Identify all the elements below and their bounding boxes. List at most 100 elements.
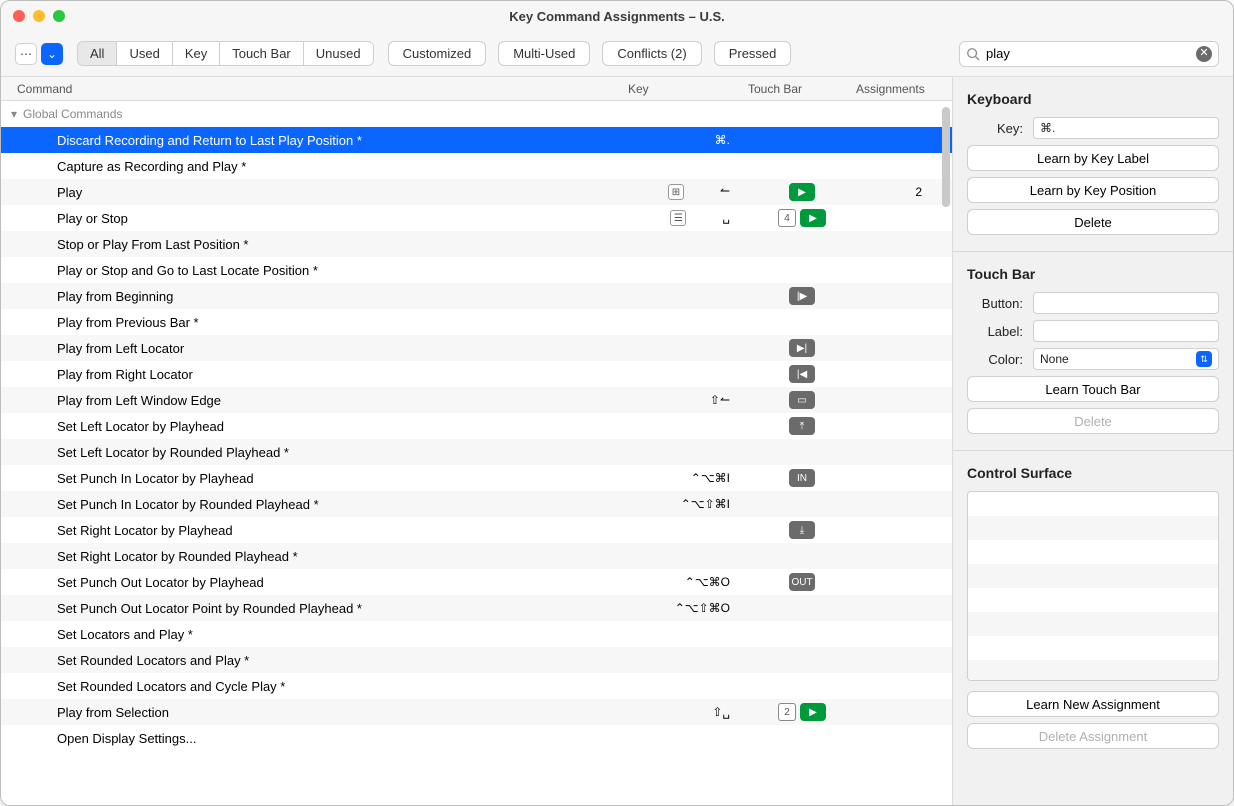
touchbar-cell: 2▶ <box>748 703 856 721</box>
filter-seg-all[interactable]: All <box>78 42 117 65</box>
touchbar-cell: OUT <box>748 573 856 591</box>
delete-touchbar-button[interactable]: Delete <box>967 408 1219 434</box>
command-name: Capture as Recording and Play * <box>1 159 628 174</box>
table-row[interactable]: Play from Previous Bar * <box>1 309 952 335</box>
filter-seg-touch-bar[interactable]: Touch Bar <box>220 42 304 65</box>
table-row[interactable]: Play⊞↼ ▶ 2 <box>1 179 952 205</box>
touchbar-icon: ▭ <box>789 391 815 409</box>
learn-assignment-button[interactable]: Learn New Assignment <box>967 691 1219 717</box>
key-cell: ⌃⌥⇧⌘I <box>628 497 748 511</box>
table-row[interactable]: Set Left Locator by Playhead⤒ <box>1 413 952 439</box>
filter-seg-unused[interactable]: Unused <box>304 42 373 65</box>
command-name: Set Punch In Locator by Playhead <box>1 471 628 486</box>
scrollbar[interactable] <box>942 107 950 799</box>
key-cell: ⊞↼ <box>628 184 748 201</box>
tb-button-label: Button: <box>967 296 1023 311</box>
filter-pill-pressed[interactable]: Pressed <box>714 41 792 66</box>
command-name: Play from Left Window Edge <box>1 393 628 408</box>
key-cell: ⌘. <box>628 133 748 147</box>
touchbar-cell: ▭ <box>748 391 856 409</box>
table-row[interactable]: Set Left Locator by Rounded Playhead * <box>1 439 952 465</box>
tb-color-label: Color: <box>967 352 1023 367</box>
touchbar-icon: OUT <box>789 573 815 591</box>
x-icon: ✕ <box>1199 48 1208 59</box>
key-commands-window: Key Command Assignments – U.S. ⋯ ⌄ AllUs… <box>0 0 1234 806</box>
play-icon: ▶ <box>789 183 815 201</box>
command-name: Play from Previous Bar * <box>1 315 628 330</box>
table-row[interactable]: Set Punch In Locator by Rounded Playhead… <box>1 491 952 517</box>
key-cell: ⌃⌥⌘O <box>628 575 748 589</box>
filter-pill-multi-used[interactable]: Multi-Used <box>498 41 590 66</box>
touchbar-index-icon: 2 <box>778 703 796 721</box>
table-row[interactable]: Play from Beginning|▶ <box>1 283 952 309</box>
tb-label-field[interactable] <box>1033 320 1219 342</box>
options-menu-button[interactable]: ⋯ <box>15 43 37 65</box>
search-field[interactable]: ✕ <box>959 41 1219 67</box>
learn-touchbar-button[interactable]: Learn Touch Bar <box>967 376 1219 402</box>
table-row[interactable]: Set Right Locator by Rounded Playhead * <box>1 543 952 569</box>
filter-segments: AllUsedKeyTouch BarUnused <box>77 41 374 66</box>
group-row[interactable]: ▾ Global Commands <box>1 101 952 127</box>
table-row[interactable]: Capture as Recording and Play * <box>1 153 952 179</box>
table-row[interactable]: Play from Left Locator▶| <box>1 335 952 361</box>
command-name: Stop or Play From Last Position * <box>1 237 628 252</box>
search-icon <box>966 47 980 61</box>
table-row[interactable]: Play or Stop and Go to Last Locate Posit… <box>1 257 952 283</box>
filter-pills: Customized Multi-Used Conflicts (2) Pressed <box>388 41 792 66</box>
command-name: Play from Selection <box>1 705 628 720</box>
key-cell: ⇧␣ <box>628 705 748 719</box>
updown-icon: ⇅ <box>1196 351 1212 367</box>
learn-by-position-button[interactable]: Learn by Key Position <box>967 177 1219 203</box>
table-row[interactable]: Play or Stop☰␣4▶ <box>1 205 952 231</box>
table-row[interactable]: Play from Left Window Edge⇧↼▭ <box>1 387 952 413</box>
command-name: Play <box>1 185 628 200</box>
table-row[interactable]: Play from Selection⇧␣2▶ <box>1 699 952 725</box>
command-name: Set Punch In Locator by Rounded Playhead… <box>1 497 628 512</box>
key-field-label: Key: <box>967 121 1023 136</box>
header-assignments[interactable]: Assignments <box>856 82 952 96</box>
header-key[interactable]: Key <box>628 82 748 96</box>
header-touchbar[interactable]: Touch Bar <box>748 82 856 96</box>
delete-key-button[interactable]: Delete <box>967 209 1219 235</box>
filter-pill-customized[interactable]: Customized <box>388 41 487 66</box>
assignments-count: 2 <box>856 185 952 199</box>
touchbar-icon: ⤓ <box>789 521 815 539</box>
filter-pill-conflicts-2-[interactable]: Conflicts (2) <box>602 41 701 66</box>
commands-list-pane: Command Key Touch Bar Assignments ▾ Glob… <box>1 77 953 805</box>
touchbar-cell: 4▶ <box>748 209 856 227</box>
key-field[interactable]: ⌘. <box>1033 117 1219 139</box>
table-row[interactable]: Discard Recording and Return to Last Pla… <box>1 127 952 153</box>
window-title: Key Command Assignments – U.S. <box>1 9 1233 24</box>
command-name: Set Left Locator by Rounded Playhead * <box>1 445 628 460</box>
header-command[interactable]: Command <box>1 82 628 96</box>
touchbar-icon: |▶ <box>789 287 815 305</box>
options-dropdown-button[interactable]: ⌄ <box>41 43 63 65</box>
filter-seg-used[interactable]: Used <box>117 42 172 65</box>
filter-seg-key[interactable]: Key <box>173 42 220 65</box>
titlebar: Key Command Assignments – U.S. <box>1 1 1233 31</box>
table-row[interactable]: Set Rounded Locators and Play * <box>1 647 952 673</box>
keyboard-section-title: Keyboard <box>967 91 1219 107</box>
table-row[interactable]: Set Punch Out Locator by Playhead⌃⌥⌘OOUT <box>1 569 952 595</box>
touchbar-cell: ▶ <box>748 183 856 201</box>
table-row[interactable]: Set Rounded Locators and Cycle Play * <box>1 673 952 699</box>
inspector-panel: Keyboard Key: ⌘. Learn by Key Label Lear… <box>953 77 1233 805</box>
table-row[interactable]: Set Locators and Play * <box>1 621 952 647</box>
search-input[interactable] <box>986 46 1190 61</box>
table-row[interactable]: Open Display Settings... <box>1 725 952 751</box>
table-row[interactable]: Set Punch In Locator by Playhead⌃⌥⌘IIN <box>1 465 952 491</box>
delete-assignment-button[interactable]: Delete Assignment <box>967 723 1219 749</box>
scrollbar-thumb[interactable] <box>942 107 950 207</box>
learn-by-label-button[interactable]: Learn by Key Label <box>967 145 1219 171</box>
table-row[interactable]: Set Right Locator by Playhead⤓ <box>1 517 952 543</box>
table-row[interactable]: Set Punch Out Locator Point by Rounded P… <box>1 595 952 621</box>
tb-button-field[interactable] <box>1033 292 1219 314</box>
clear-search-button[interactable]: ✕ <box>1196 46 1212 62</box>
table-row[interactable]: Stop or Play From Last Position * <box>1 231 952 257</box>
tb-color-select[interactable]: None ⇅ <box>1033 348 1219 370</box>
disclosure-triangle-icon[interactable]: ▾ <box>11 107 17 121</box>
table-row[interactable]: Play from Right Locator|◀ <box>1 361 952 387</box>
command-name: Set Punch Out Locator Point by Rounded P… <box>1 601 628 616</box>
control-surface-list[interactable] <box>967 491 1219 681</box>
key-glyph-icon: ☰ <box>670 210 686 226</box>
